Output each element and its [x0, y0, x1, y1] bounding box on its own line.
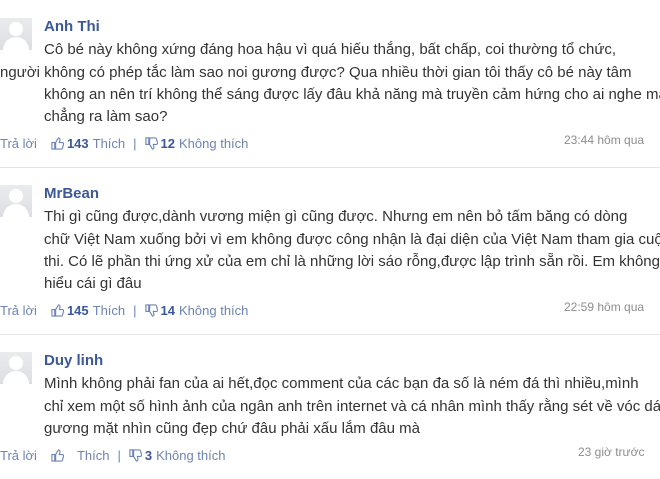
comment-text-line: hiểu cái gì đâu — [44, 275, 142, 292]
comment-actions: Trả lời 145 Thích | 14 Không thích — [0, 303, 248, 318]
comment-timestamp: 22:59 hôm qua — [564, 300, 645, 314]
comment-author[interactable]: Duy linh — [44, 352, 103, 369]
comment-divider — [0, 334, 660, 335]
comment-text-line: Thi gì cũng được,dành vương miện gì cũng… — [44, 208, 628, 225]
reply-link[interactable]: Trả lời — [0, 448, 37, 463]
like-count: 143 — [66, 136, 89, 151]
comment-text-line: Cô bé này không xứng đáng hoa hậu vì quá… — [44, 41, 617, 58]
separator: | — [133, 303, 137, 318]
dislike-count: 14 — [160, 303, 176, 318]
comment-text-line: người không có phép tắc làm sao noi gươn… — [0, 64, 632, 81]
dislike-button[interactable]: Không thích — [156, 448, 225, 463]
thumbs-up-icon[interactable] — [51, 137, 64, 150]
like-button[interactable]: Thích — [93, 303, 126, 318]
reply-link[interactable]: Trả lời — [0, 303, 37, 318]
comment-actions: Trả lời Thích | 3 Không thích — [0, 448, 225, 463]
comment-text-line: gương mặt nhìn cũng đẹp chứ đâu phải xấu… — [44, 420, 420, 437]
like-count: 145 — [66, 303, 89, 318]
like-button[interactable]: Thích — [77, 448, 110, 463]
default-avatar-icon[interactable] — [0, 18, 32, 50]
thumbs-down-icon[interactable] — [144, 137, 158, 150]
dislike-button[interactable]: Không thích — [179, 136, 248, 151]
comment-text-line: chữ Việt Nam xuống bởi vì em không được … — [44, 231, 660, 248]
default-avatar-icon[interactable] — [0, 185, 32, 217]
thumbs-down-icon[interactable] — [144, 304, 158, 317]
comment-timestamp: 23:44 hôm qua — [564, 133, 645, 147]
separator: | — [117, 448, 121, 463]
comment-text-line: chẳng ra làm sao? — [44, 108, 168, 125]
thumbs-up-icon[interactable] — [51, 449, 64, 462]
dislike-button[interactable]: Không thích — [179, 303, 248, 318]
comment-author[interactable]: Anh Thi — [44, 18, 100, 35]
comment-actions: Trả lời 143 Thích | 12 Không thích — [0, 136, 248, 151]
comment-text-line: thi. Có lẽ phần thi ứng xử của em chỉ là… — [44, 253, 660, 270]
comment-text-line: Mình không phải fan của ai hết,đọc comme… — [44, 375, 639, 392]
like-button[interactable]: Thích — [93, 136, 126, 151]
thumbs-up-icon[interactable] — [51, 304, 64, 317]
default-avatar-icon[interactable] — [0, 352, 32, 384]
comment-timestamp: 23 giờ trước — [578, 445, 645, 459]
separator: | — [133, 136, 137, 151]
comment-author[interactable]: MrBean — [44, 185, 99, 202]
dislike-count: 3 — [144, 448, 153, 463]
reply-link[interactable]: Trả lời — [0, 136, 37, 151]
thumbs-down-icon[interactable] — [129, 449, 142, 462]
dislike-count: 12 — [160, 136, 176, 151]
comment-text-line: chỉ xem một số hình ảnh của ngân anh trê… — [44, 398, 660, 415]
comment-divider — [0, 167, 660, 168]
comment-text-line: không an nên trí không thể sáng được lấy… — [44, 86, 660, 103]
